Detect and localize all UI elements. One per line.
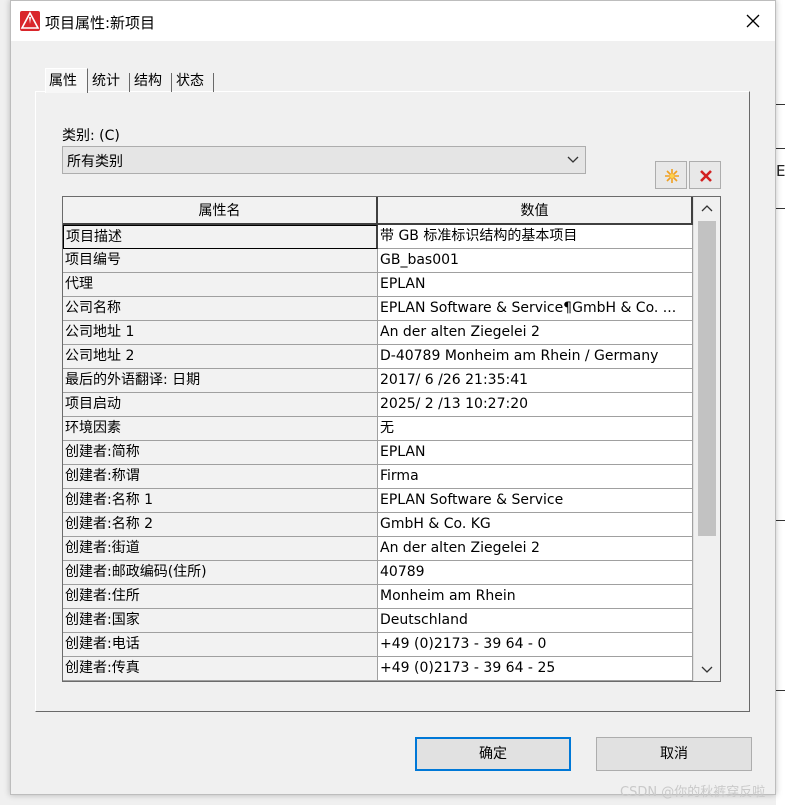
background-line <box>776 690 785 691</box>
table-row[interactable]: 项目编号 GB_bas001 <box>63 249 693 273</box>
title-bar: 项目属性:新项目 <box>11 1 775 41</box>
background-app <box>776 0 785 805</box>
background-line <box>776 104 785 105</box>
property-name-cell[interactable]: 公司地址 2 <box>63 345 378 369</box>
property-name-cell[interactable]: 项目编号 <box>63 249 378 273</box>
background-line <box>776 520 785 521</box>
column-header-property-name[interactable]: 属性名 <box>63 197 378 225</box>
table-row[interactable]: 公司地址 2 D-40789 Monheim am Rhein / Germany <box>63 345 693 369</box>
cancel-button[interactable]: 取消 <box>596 737 752 771</box>
vertical-scrollbar[interactable] <box>693 197 720 681</box>
watermark: CSDN @你的秋裤穿反啦 <box>620 785 766 800</box>
property-value-cell[interactable]: 40789 <box>378 561 693 585</box>
property-name-cell[interactable]: 创建者:名称 2 <box>63 513 378 537</box>
property-name-cell[interactable]: 创建者:住所 <box>63 585 378 609</box>
property-name-cell[interactable]: 项目描述 <box>63 225 378 249</box>
property-value-cell[interactable]: 2017/ 6 /26 21:35:41 <box>378 369 693 393</box>
property-name-cell[interactable]: 创建者:电话 <box>63 633 378 657</box>
scroll-up-button[interactable] <box>694 197 720 219</box>
table-row[interactable]: 创建者:名称 1 EPLAN Software & Service <box>63 489 693 513</box>
property-value-cell[interactable]: EPLAN Software & Service¶GmbH & Co. ... <box>378 297 693 321</box>
scroll-down-button[interactable] <box>694 659 720 681</box>
delete-x-icon <box>700 170 712 182</box>
tab-statistics[interactable]: 统计 <box>89 70 130 92</box>
table-row[interactable]: 公司地址 1 An der alten Ziegelei 2 <box>63 321 693 345</box>
table-row[interactable]: 创建者:电话 +49 (0)2173 - 39 64 - 0 <box>63 633 693 657</box>
property-value-cell[interactable]: Monheim am Rhein <box>378 585 693 609</box>
property-name-cell[interactable]: 创建者:邮政编码(住所) <box>63 561 378 585</box>
tab-structure[interactable]: 结构 <box>131 70 172 92</box>
tab-properties[interactable]: 属性 <box>45 68 88 93</box>
property-name-cell[interactable]: 创建者:名称 1 <box>63 489 378 513</box>
new-property-button[interactable] <box>655 161 687 189</box>
tab-status[interactable]: 状态 <box>173 70 214 92</box>
eplan-app-icon <box>20 11 40 31</box>
property-value-cell[interactable]: 带 GB 标准标识结构的基本项目 <box>378 225 693 249</box>
property-name-cell[interactable]: 创建者:街道 <box>63 537 378 561</box>
property-value-cell[interactable]: An der alten Ziegelei 2 <box>378 537 693 561</box>
property-value-cell[interactable]: +49 (0)2173 - 39 64 - 0 <box>378 633 693 657</box>
property-value-cell[interactable]: GmbH & Co. KG <box>378 513 693 537</box>
table-row[interactable]: 创建者:名称 2 GmbH & Co. KG <box>63 513 693 537</box>
property-value-cell[interactable]: Firma <box>378 465 693 489</box>
close-icon <box>746 14 760 28</box>
property-value-cell[interactable]: EPLAN Software & Service <box>378 489 693 513</box>
property-value-cell[interactable]: EPLAN <box>378 273 693 297</box>
table-row[interactable]: 环境因素无 <box>63 417 693 441</box>
table-row[interactable]: 创建者:简称 EPLAN <box>63 441 693 465</box>
property-name-cell[interactable]: 创建者:简称 <box>63 441 378 465</box>
table-row[interactable]: 创建者:住所 Monheim am Rhein <box>63 585 693 609</box>
property-name-cell[interactable]: 创建者:国家 <box>63 609 378 633</box>
property-value-cell[interactable]: D-40789 Monheim am Rhein / Germany <box>378 345 693 369</box>
close-button[interactable] <box>731 1 775 41</box>
table-row[interactable]: 创建者:街道 An der alten Ziegelei 2 <box>63 537 693 561</box>
background-line <box>776 148 785 149</box>
ok-button[interactable]: 确定 <box>415 737 571 771</box>
category-label: 类别: (C) <box>62 128 120 144</box>
property-name-cell[interactable]: 公司地址 1 <box>63 321 378 345</box>
category-selected-value: 所有类别 <box>67 154 123 170</box>
table-row[interactable]: 创建者:国家 Deutschland <box>63 609 693 633</box>
property-grid: 属性名 数值 项目描述带 GB 标准标识结构的基本项目 项目编号 GB_bas001… <box>62 196 721 682</box>
property-name-cell[interactable]: 创建者:传真 <box>63 657 378 681</box>
property-value-cell[interactable]: An der alten Ziegelei 2 <box>378 321 693 345</box>
table-row[interactable]: 项目描述带 GB 标准标识结构的基本项目 <box>63 225 693 249</box>
table-row[interactable]: 公司名称 EPLAN Software & Service¶GmbH & Co. … <box>63 297 693 321</box>
property-value-cell[interactable]: EPLAN <box>378 441 693 465</box>
property-name-cell[interactable]: 最后的外语翻译: 日期 <box>63 369 378 393</box>
property-value-cell[interactable]: GB_bas001 <box>378 249 693 273</box>
scroll-thumb[interactable] <box>698 221 716 536</box>
new-star-icon <box>665 169 679 183</box>
delete-property-button[interactable] <box>689 161 721 189</box>
table-row[interactable]: 创建者:传真 +49 (0)2173 - 39 64 - 25 <box>63 657 693 681</box>
table-row[interactable]: 代理 EPLAN <box>63 273 693 297</box>
table-row[interactable]: 创建者:称谓 Firma <box>63 465 693 489</box>
background-app-text: EA <box>776 162 785 180</box>
chevron-down-icon <box>567 156 579 163</box>
property-value-cell[interactable]: +49 (0)2173 - 39 64 - 25 <box>378 657 693 681</box>
background-line <box>776 208 785 209</box>
property-name-cell[interactable]: 环境因素 <box>63 417 378 441</box>
property-name-cell[interactable]: 项目启动 <box>63 393 378 417</box>
column-header-value[interactable]: 数值 <box>378 197 693 225</box>
table-row[interactable]: 项目启动 2025/ 2 /13 10:27:20 <box>63 393 693 417</box>
property-value-cell[interactable]: 2025/ 2 /13 10:27:20 <box>378 393 693 417</box>
chevron-down-icon <box>701 666 713 673</box>
property-value-cell[interactable]: Deutschland <box>378 609 693 633</box>
chevron-up-icon <box>701 205 713 212</box>
table-row[interactable]: 最后的外语翻译: 日期 2017/ 6 /26 21:35:41 <box>63 369 693 393</box>
property-value-cell[interactable]: 无 <box>378 417 693 441</box>
grid-header: 属性名 数值 <box>63 197 693 225</box>
table-row[interactable]: 创建者:邮政编码(住所) 40789 <box>63 561 693 585</box>
category-select[interactable]: 所有类别 <box>62 146 586 174</box>
property-name-cell[interactable]: 代理 <box>63 273 378 297</box>
property-name-cell[interactable]: 创建者:称谓 <box>63 465 378 489</box>
window-title: 项目属性:新项目 <box>45 14 156 32</box>
property-name-cell[interactable]: 公司名称 <box>63 297 378 321</box>
